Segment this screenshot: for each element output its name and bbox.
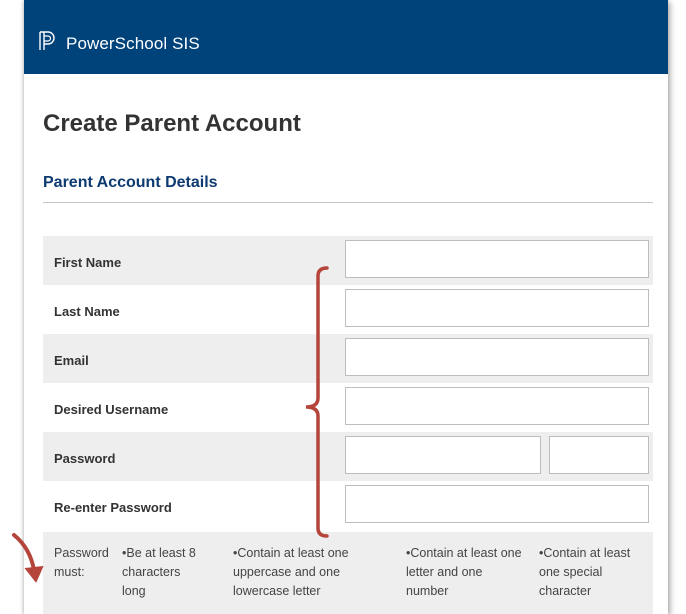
form-row-first-name: First Name — [43, 236, 653, 285]
page-title: Create Parent Account — [43, 110, 301, 137]
password-rules: Password must: •Be at least 8 characters… — [43, 532, 653, 614]
password-label: Password — [54, 451, 116, 466]
password-input[interactable] — [345, 436, 541, 474]
powerschool-logo-icon — [39, 31, 55, 50]
last-name-input[interactable] — [345, 289, 649, 327]
section-title: Parent Account Details — [43, 174, 218, 191]
form-row-last-name: Last Name — [43, 285, 653, 334]
form-row-username: Desired Username — [43, 383, 653, 432]
username-label: Desired Username — [54, 402, 169, 417]
section-divider — [43, 202, 653, 203]
brand-name[interactable]: PowerSchool SIS — [66, 34, 200, 54]
reenter-password-input[interactable] — [345, 485, 649, 523]
password-rule-letter-number: •Contain at least one letter and one num… — [406, 546, 522, 598]
password-rule-case: •Contain at least one uppercase and one … — [233, 546, 349, 598]
first-name-input[interactable] — [345, 240, 649, 278]
page-container: PowerSchool SIS Create Parent Account Pa… — [24, 0, 668, 614]
password-strength-box — [549, 436, 649, 474]
email-input[interactable] — [345, 338, 649, 376]
parent-account-form: First Name Last Name Email Desired Usern… — [43, 236, 653, 530]
first-name-label: First Name — [54, 255, 122, 270]
app-header: PowerSchool SIS — [24, 0, 668, 74]
reenter-password-label: Re-enter Password — [54, 500, 172, 515]
form-row-email: Email — [43, 334, 653, 383]
email-label: Email — [54, 353, 89, 368]
last-name-label: Last Name — [54, 304, 120, 319]
password-rules-lead: Password must: — [54, 546, 109, 579]
username-input[interactable] — [345, 387, 649, 425]
form-row-password: Password — [43, 432, 653, 481]
password-rule-special: •Contain at least one special character — [539, 546, 631, 598]
form-row-reenter-password: Re-enter Password — [43, 481, 653, 530]
password-rule-length: •Be at least 8 characters long — [122, 546, 196, 598]
